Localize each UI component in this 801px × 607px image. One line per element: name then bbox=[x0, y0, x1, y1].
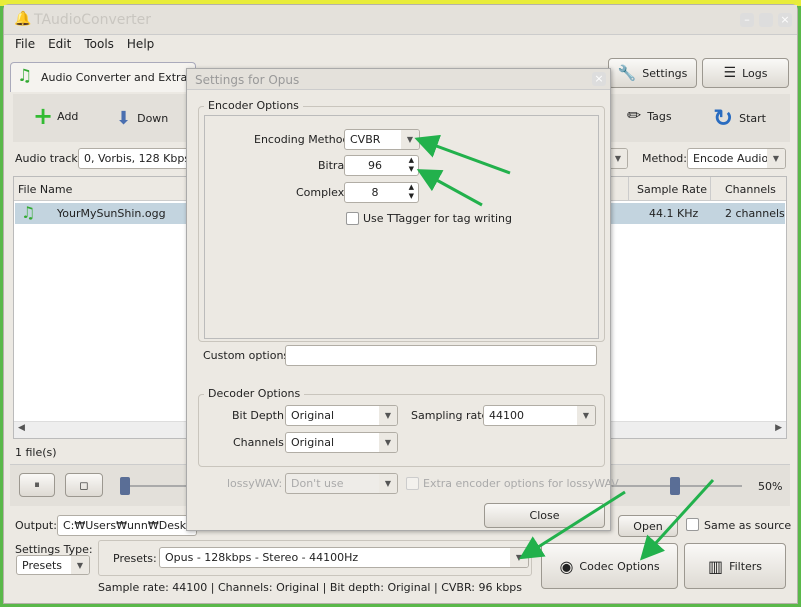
annotation-arrows bbox=[414, 134, 715, 561]
arrow-to-encoding-method bbox=[414, 134, 511, 175]
arrow-to-codec-options bbox=[639, 478, 715, 561]
arrow-to-presets bbox=[518, 490, 626, 560]
arrow-to-bitrate bbox=[416, 169, 483, 207]
